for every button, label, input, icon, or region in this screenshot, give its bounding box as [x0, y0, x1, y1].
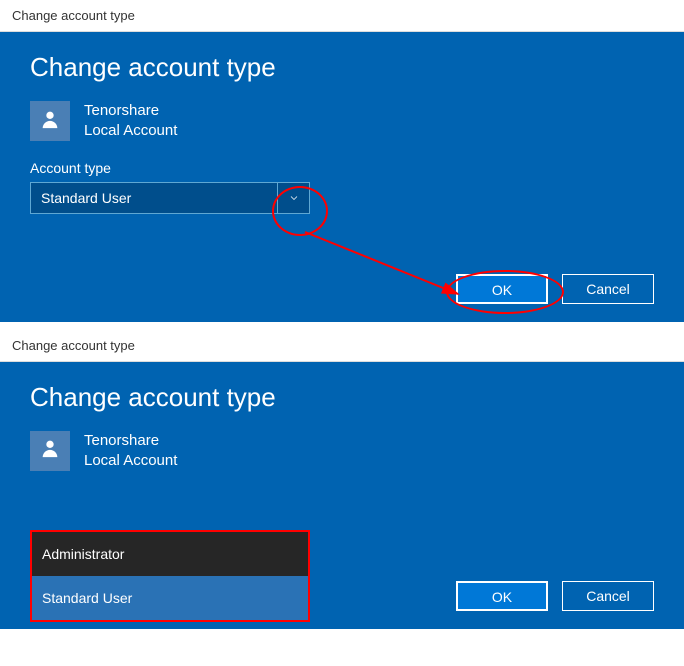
panel-change-account-type: Change account type Tenorshare Local Acc… [0, 32, 684, 322]
window-title: Change account type [0, 0, 684, 32]
chevron-down-icon [277, 183, 309, 213]
user-text: Tenorshare Local Account [84, 431, 177, 472]
option-standard-user[interactable]: Standard User [32, 576, 308, 620]
user-kind: Local Account [84, 121, 177, 141]
user-icon [39, 108, 61, 135]
ok-button[interactable]: OK [456, 581, 548, 611]
user-name: Tenorshare [84, 431, 177, 451]
user-name: Tenorshare [84, 101, 177, 121]
ok-button[interactable]: OK [456, 274, 548, 304]
user-info-row: Tenorshare Local Account [30, 431, 654, 472]
window-title: Change account type [0, 330, 684, 362]
page-heading: Change account type [30, 52, 654, 83]
cancel-button[interactable]: Cancel [562, 581, 654, 611]
page-heading: Change account type [30, 382, 654, 413]
dropdown-value: Standard User [41, 190, 131, 206]
account-type-label: Account type [30, 160, 654, 176]
avatar [30, 431, 70, 471]
user-kind: Local Account [84, 451, 177, 471]
panel-change-account-type-expanded: Change account type Tenorshare Local Acc… [0, 362, 684, 630]
account-type-dropdown-list: Administrator Standard User [30, 530, 310, 622]
user-icon [39, 437, 61, 464]
cancel-button[interactable]: Cancel [562, 274, 654, 304]
user-text: Tenorshare Local Account [84, 101, 177, 142]
avatar [30, 101, 70, 141]
user-info-row: Tenorshare Local Account [30, 101, 654, 142]
button-row: OK Cancel [30, 274, 654, 304]
account-type-dropdown[interactable]: Standard User [30, 182, 310, 214]
option-administrator[interactable]: Administrator [32, 532, 308, 576]
